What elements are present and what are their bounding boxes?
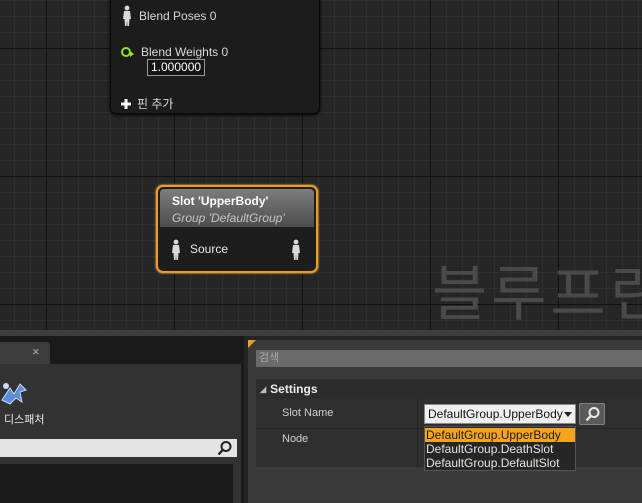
panel-tab[interactable]: ×	[0, 342, 50, 364]
search-icon[interactable]	[217, 440, 233, 456]
bottom-panels: × 디스패처 검색 ◢ Settings Slot Name Node Defa…	[0, 336, 642, 503]
dispatcher-label: 디스패처	[4, 414, 45, 426]
left-search-input[interactable]	[0, 439, 237, 457]
dropdown-option[interactable]: DefaultGroup.DeathSlot	[425, 442, 575, 456]
slot-name-label: Slot Name	[282, 407, 334, 419]
panel-corner-marker	[248, 340, 256, 348]
dispatcher-icon	[1, 383, 27, 405]
person-pin-icon[interactable]	[170, 237, 182, 263]
plus-icon	[121, 98, 131, 109]
source-pin-label: Source	[190, 242, 229, 256]
slot-node-header: Slot 'UpperBody' Group 'DefaultGroup'	[160, 189, 314, 227]
search-icon	[585, 407, 600, 422]
collapse-triangle-icon: ◢	[260, 385, 267, 394]
person-pin-icon[interactable]	[290, 237, 302, 263]
slot-node-title: Slot 'UpperBody'	[172, 194, 269, 208]
browse-button[interactable]	[579, 403, 605, 425]
slot-name-dropdown: DefaultGroup.UpperBody DefaultGroup.Deat…	[424, 426, 576, 471]
blend-weight-input[interactable]: 1.000000	[147, 59, 206, 76]
slot-node[interactable]: Slot 'UpperBody' Group 'DefaultGroup' So…	[156, 185, 318, 273]
blend-poses-label: Blend Poses 0	[139, 9, 217, 23]
add-pin-label: 핀 추가	[137, 97, 174, 111]
dropdown-option[interactable]: DefaultGroup.DefaultSlot	[425, 456, 575, 470]
my-blueprint-panel: × 디스패처	[0, 336, 244, 503]
slot-node-subtitle: Group 'DefaultGroup'	[172, 211, 285, 225]
column-separator	[417, 399, 418, 467]
dropdown-arrow-icon	[564, 412, 572, 417]
dropdown-option[interactable]: DefaultGroup.UpperBody	[425, 428, 575, 442]
blueprint-watermark: 블루프린	[432, 260, 642, 330]
float-pin-icon	[121, 47, 134, 57]
add-pin-button[interactable]: 핀 추가	[121, 95, 173, 112]
panel-body: 디스패처	[0, 364, 241, 503]
left-list-area	[0, 464, 233, 503]
anim-graph-canvas[interactable]: Blend Poses 0 Blend Weights 0 1.000000 핀…	[0, 0, 642, 330]
blend-poses-pin[interactable]: Blend Poses 0	[121, 5, 216, 27]
details-panel: 검색 ◢ Settings Slot Name Node DefaultGroup…	[248, 340, 642, 503]
slot-name-value: DefaultGroup.UpperBody	[428, 407, 563, 421]
slot-name-combo[interactable]: DefaultGroup.UpperBody	[424, 404, 576, 424]
node-label: Node	[282, 433, 309, 445]
close-icon[interactable]: ×	[32, 344, 40, 359]
details-search-input[interactable]: 검색	[256, 350, 642, 367]
blend-weights-pin[interactable]: Blend Weights 0	[121, 45, 228, 59]
blend-weights-label: Blend Weights 0	[141, 45, 229, 59]
settings-title: Settings	[270, 382, 318, 396]
blend-node[interactable]: Blend Poses 0 Blend Weights 0 1.000000 핀…	[110, 0, 320, 114]
settings-section-header[interactable]: ◢ Settings	[256, 379, 642, 399]
person-pin-icon	[123, 5, 131, 26]
